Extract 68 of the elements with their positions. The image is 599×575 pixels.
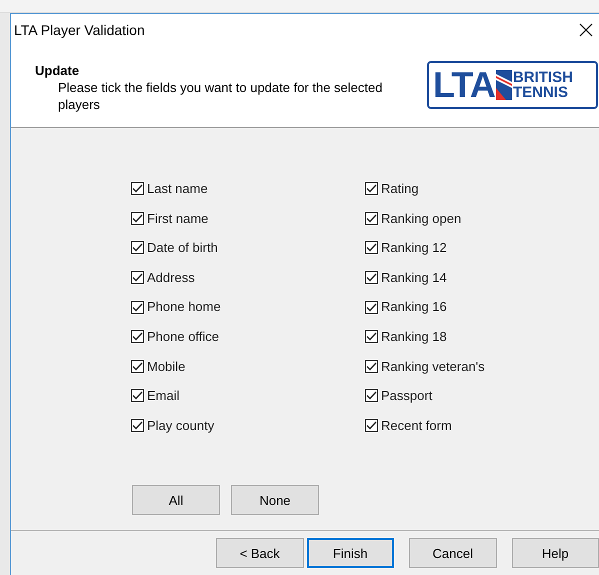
checkmark-icon [132, 184, 143, 194]
checkbox-label: Ranking 18 [381, 328, 447, 346]
checkbox-label: Phone home [147, 298, 221, 316]
checkmark-icon [366, 243, 377, 252]
checkbox[interactable] [365, 419, 378, 432]
checkbox-label: Ranking open [381, 210, 462, 228]
close-icon [579, 23, 593, 37]
checkbox[interactable] [365, 360, 378, 373]
checkmark-icon [366, 184, 377, 194]
checkbox-label: Rating [381, 180, 419, 198]
checkbox-label: Passport [381, 387, 432, 406]
header-title: Update [35, 63, 80, 79]
checkbox-label: Play county [147, 416, 214, 435]
checkbox[interactable] [365, 212, 378, 225]
checkbox[interactable] [365, 271, 378, 284]
checkbox[interactable] [131, 360, 144, 373]
checkbox-label: Phone office [147, 328, 220, 346]
select-button[interactable]: None [231, 485, 319, 516]
checkmark-icon [366, 362, 377, 371]
checkbox-label: Ranking 14 [381, 268, 447, 287]
checkbox[interactable] [131, 389, 144, 402]
checkbox[interactable] [365, 389, 378, 402]
checkmark-icon [366, 391, 377, 400]
checkbox-label: Ranking veteran's [381, 358, 485, 376]
checkmark-icon [366, 332, 377, 342]
select-button[interactable]: All [132, 485, 220, 516]
checkbox[interactable] [131, 182, 144, 196]
checkmark-icon [132, 273, 143, 282]
checkmark-icon [366, 421, 377, 430]
checkbox-label: Recent form [381, 416, 452, 435]
dialog-button[interactable]: < Back [216, 538, 304, 568]
checkmark-icon [366, 214, 377, 223]
checkbox[interactable] [131, 419, 144, 432]
checkbox-label: First name [147, 210, 208, 228]
checkbox[interactable] [131, 241, 144, 254]
checkmark-icon [366, 302, 377, 312]
checkbox[interactable] [131, 271, 144, 284]
checkmark-icon [132, 421, 143, 430]
dialog-button[interactable]: Cancel [409, 538, 497, 568]
logo-mark: LTA [433, 67, 495, 103]
checkmark-icon [132, 332, 143, 342]
checkbox[interactable] [365, 241, 378, 254]
checkbox-label: Mobile [147, 358, 186, 376]
checkmark-icon [132, 362, 143, 371]
logo-text: BRITISH [512, 70, 573, 85]
window-title: LTA Player Validation [14, 20, 145, 40]
dialog-button[interactable]: Help [512, 538, 599, 568]
checkmark-icon [366, 273, 377, 282]
checkbox[interactable] [365, 182, 378, 196]
checkbox-label: Email [147, 387, 180, 406]
logo-text: TENNIS [512, 85, 569, 100]
checkbox[interactable] [131, 300, 144, 314]
checkbox[interactable] [365, 330, 378, 344]
checkmark-icon [132, 302, 143, 312]
checkbox[interactable] [131, 212, 144, 225]
header-description: Please tick the fields you want to update for the selected players [57, 79, 384, 113]
checkmark-icon [132, 243, 143, 252]
checkbox-label: Date of birth [147, 239, 218, 258]
checkmark-icon [132, 391, 143, 400]
checkbox-label: Address [147, 268, 195, 287]
checkbox[interactable] [365, 300, 378, 314]
checkbox-label: Last name [147, 180, 208, 198]
checkmark-icon [132, 214, 143, 223]
dialog-button[interactable]: Finish [306, 538, 394, 568]
checkbox[interactable] [131, 330, 144, 344]
checkbox-label: Ranking 12 [381, 239, 447, 258]
checkbox-label: Ranking 16 [381, 298, 447, 316]
flag-icon [496, 70, 512, 100]
